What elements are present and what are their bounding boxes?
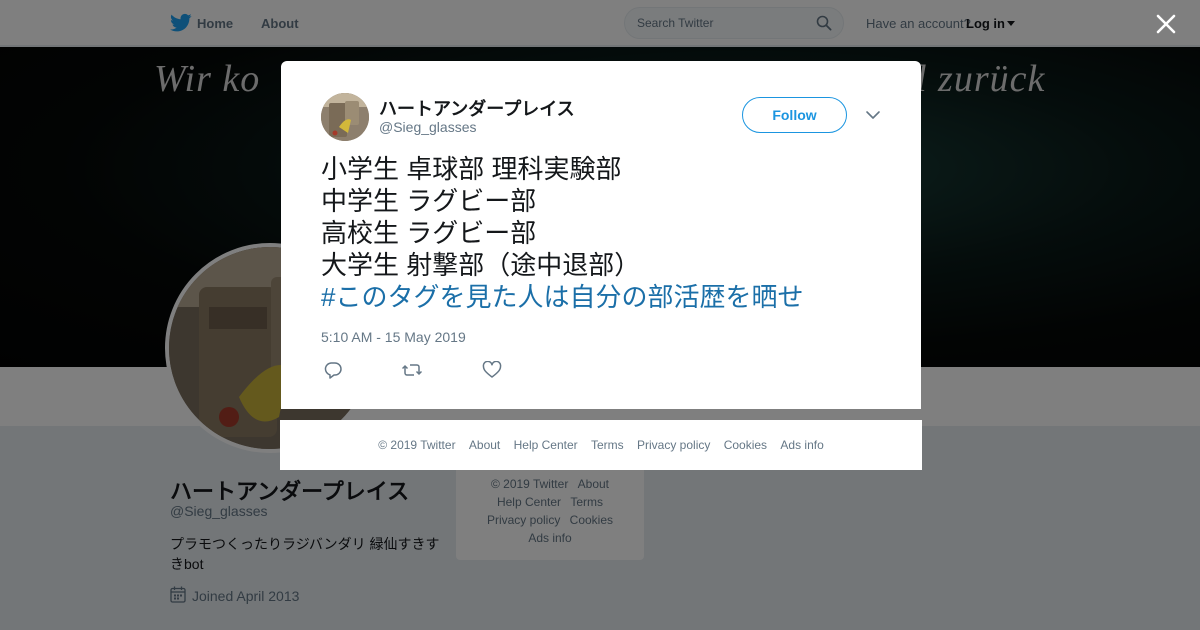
follow-button[interactable]: Follow xyxy=(742,97,847,133)
footer-terms-link[interactable]: Terms xyxy=(591,438,624,452)
chevron-down-icon[interactable] xyxy=(865,109,881,121)
tweet-timestamp[interactable]: 5:10 AM - 15 May 2019 xyxy=(321,329,466,345)
modal-footer: © 2019 Twitter About Help Center Terms P… xyxy=(280,420,922,470)
tweet-line: 中学生 ラグビー部 xyxy=(321,186,537,216)
footer-copyright: © 2019 Twitter xyxy=(378,438,456,452)
tweet-author-name[interactable]: ハートアンダープレイス xyxy=(379,95,575,121)
reply-icon[interactable] xyxy=(323,361,343,379)
footer-cookies-link[interactable]: Cookies xyxy=(724,438,767,452)
tweet-line: 大学生 射撃部（途中退部） xyxy=(321,250,641,280)
footer-help-center-link[interactable]: Help Center xyxy=(514,438,578,452)
close-icon[interactable] xyxy=(1154,12,1178,36)
footer-privacy-policy-link[interactable]: Privacy policy xyxy=(637,438,710,452)
retweet-icon[interactable] xyxy=(402,361,422,379)
footer-about-link[interactable]: About xyxy=(469,438,500,452)
tweet-hashtag-link[interactable]: #このタグを見た人は自分の部活歴を晒せ xyxy=(321,281,901,313)
tweet-author-handle[interactable]: @Sieg_glasses xyxy=(379,119,477,135)
tweet-line: 小学生 卓球部 理科実験部 xyxy=(321,154,622,184)
heart-icon[interactable] xyxy=(482,361,502,379)
tweet-permalink-modal: ハートアンダープレイス @Sieg_glasses Follow 小学生 卓球部… xyxy=(281,61,921,409)
footer-ads-info-link[interactable]: Ads info xyxy=(780,438,823,452)
tweet-line: 高校生 ラグビー部 xyxy=(321,218,537,248)
tweet-author-avatar[interactable] xyxy=(321,93,369,141)
tweet-author-avatar-image xyxy=(321,93,369,141)
tweet-text: 小学生 卓球部 理科実験部 中学生 ラグビー部 高校生 ラグビー部 大学生 射撃… xyxy=(321,153,901,313)
